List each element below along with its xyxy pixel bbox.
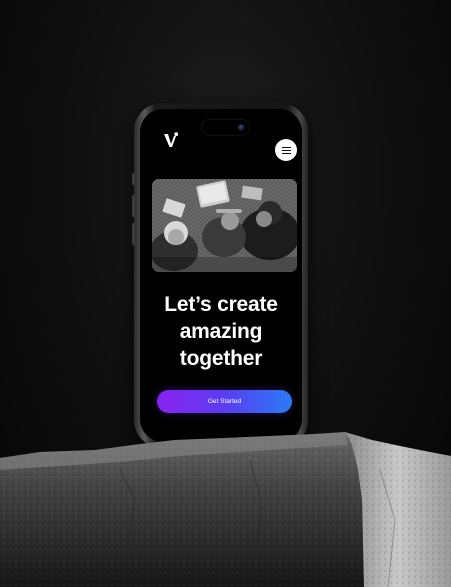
rock-pedestal bbox=[0, 432, 451, 587]
product-mockup-scene: Let’s create amazing together Get Starte… bbox=[0, 0, 451, 587]
